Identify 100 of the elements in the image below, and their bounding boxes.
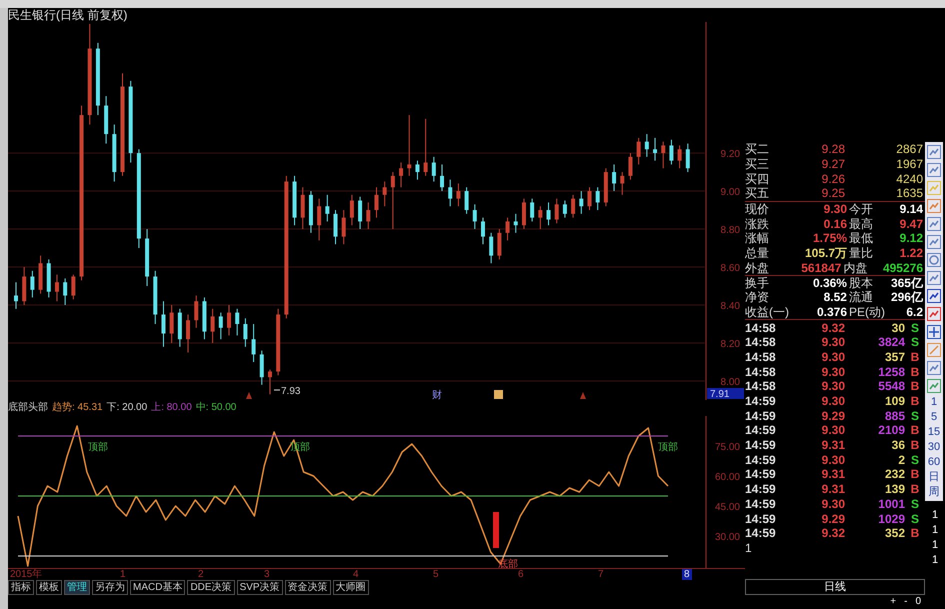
tick-volume: 30 xyxy=(890,322,905,334)
zoom-button[interactable]: - xyxy=(902,595,910,609)
candle xyxy=(104,96,108,144)
tick-time: 14:58 xyxy=(745,366,777,378)
move-icon[interactable] xyxy=(927,325,941,339)
quote-label: 流通 xyxy=(848,291,874,304)
candle xyxy=(210,308,215,344)
candle xyxy=(636,137,641,165)
period-button[interactable]: 15 xyxy=(928,427,940,438)
edge-mark: 1 xyxy=(932,554,938,567)
indicator-axis-label: 75.00 xyxy=(714,442,740,453)
tick-price: 9.30 xyxy=(820,336,845,348)
tick-price: 9.30 xyxy=(820,366,845,378)
price-axis-label: 8.00 xyxy=(720,377,740,388)
period-label[interactable]: 日线 xyxy=(745,579,925,595)
indicator-tab[interactable]: 指标 xyxy=(8,580,34,595)
indicator-tab[interactable]: 模板 xyxy=(36,580,62,595)
candle xyxy=(620,172,624,196)
quote-value: 9.12 xyxy=(898,232,924,244)
candle xyxy=(562,200,567,218)
chart-icon[interactable] xyxy=(927,289,941,303)
period-button[interactable]: 周 xyxy=(928,487,940,498)
indicator-tab[interactable]: MACD基本 xyxy=(130,580,186,595)
candle xyxy=(218,312,223,340)
indicator-tab[interactable]: 另存为 xyxy=(92,580,128,595)
tick-volume: 1258 xyxy=(877,366,905,378)
candle xyxy=(300,186,305,230)
quote-value: 0.16 xyxy=(822,218,847,230)
tick-price: 9.32 xyxy=(820,322,845,334)
candle xyxy=(325,194,330,222)
chart-icon[interactable] xyxy=(927,145,941,159)
quote-value: 296亿 xyxy=(890,291,924,304)
low-price-label: 7.93 xyxy=(274,386,300,397)
circle-icon[interactable] xyxy=(927,253,941,267)
candle xyxy=(456,182,460,207)
candle xyxy=(227,304,231,336)
event-marker-icon[interactable] xyxy=(494,390,503,399)
indicator-reading: 上: 80.00 xyxy=(151,403,192,413)
candle xyxy=(243,318,248,348)
chart-icon[interactable] xyxy=(927,271,941,285)
zoom-button[interactable]: + xyxy=(888,595,898,609)
quote-label: 涨幅 xyxy=(745,232,770,244)
candle xyxy=(54,274,59,302)
candle xyxy=(415,160,420,180)
candle xyxy=(686,143,690,173)
candle xyxy=(153,270,158,325)
tick-time: 14:59 xyxy=(745,527,777,540)
candle xyxy=(424,118,428,176)
candle xyxy=(308,190,313,234)
indicator-tab[interactable]: 大师圈 xyxy=(332,580,369,595)
candle xyxy=(628,152,632,180)
chart-icon[interactable] xyxy=(927,235,941,249)
tick-price: 9.30 xyxy=(820,350,845,363)
candle xyxy=(530,198,534,222)
tick-price: 9.31 xyxy=(820,483,845,496)
chart-icon[interactable] xyxy=(927,163,941,177)
candle xyxy=(506,217,510,241)
quote-label: 量比 xyxy=(848,247,874,260)
quote-value: 6.2 xyxy=(905,306,924,318)
quote-value: 1.22 xyxy=(898,247,924,260)
price-axis-label: 8.20 xyxy=(720,339,740,350)
candle xyxy=(399,162,404,188)
candle xyxy=(538,206,542,230)
period-button[interactable]: 30 xyxy=(928,442,940,453)
date-axis-label: 2 xyxy=(198,569,204,580)
chart-icon[interactable] xyxy=(927,217,941,231)
quote-label: 最高 xyxy=(848,218,874,230)
tick-volume: 1001 xyxy=(877,498,905,510)
indicator-tab[interactable]: DDE决策 xyxy=(187,580,235,595)
candle xyxy=(448,179,452,207)
period-button[interactable]: 日 xyxy=(928,472,940,483)
candle xyxy=(678,144,682,169)
candle xyxy=(30,270,34,298)
event-marker[interactable]: 财 xyxy=(432,390,442,400)
tick-side: S xyxy=(910,410,920,422)
candle xyxy=(38,255,43,294)
zoom-button[interactable]: 0 xyxy=(913,595,923,609)
tick-side: B xyxy=(910,380,920,392)
indicator-reading: 下: 20.00 xyxy=(106,403,148,413)
quote-value: 9.14 xyxy=(898,203,924,216)
quote-value: 105.7万 xyxy=(804,247,847,260)
indicator-tab[interactable]: 资金决策 xyxy=(284,580,331,595)
top-signal-label: 顶部 xyxy=(658,442,678,453)
chart-icon[interactable] xyxy=(927,361,941,375)
price-axis-label: 9.00 xyxy=(720,187,740,198)
indicator-tab[interactable]: 管理 xyxy=(64,580,90,595)
quote-value: 1.75% xyxy=(812,232,847,244)
indicator-tab[interactable]: SVP决策 xyxy=(236,580,283,595)
tick-volume: 36 xyxy=(890,439,905,452)
tick-volume: 352 xyxy=(884,527,905,540)
period-button[interactable]: 1 xyxy=(930,397,938,408)
candle xyxy=(571,194,576,218)
candle xyxy=(292,175,297,226)
date-axis-label: 2015年 xyxy=(10,569,42,580)
quote-label: 净资 xyxy=(745,291,770,304)
period-button[interactable]: 5 xyxy=(930,412,938,423)
signal-bar xyxy=(493,512,499,548)
tick-price: 9.31 xyxy=(820,468,845,480)
period-button[interactable]: 60 xyxy=(928,457,940,468)
date-axis-label: 7 xyxy=(598,569,604,580)
